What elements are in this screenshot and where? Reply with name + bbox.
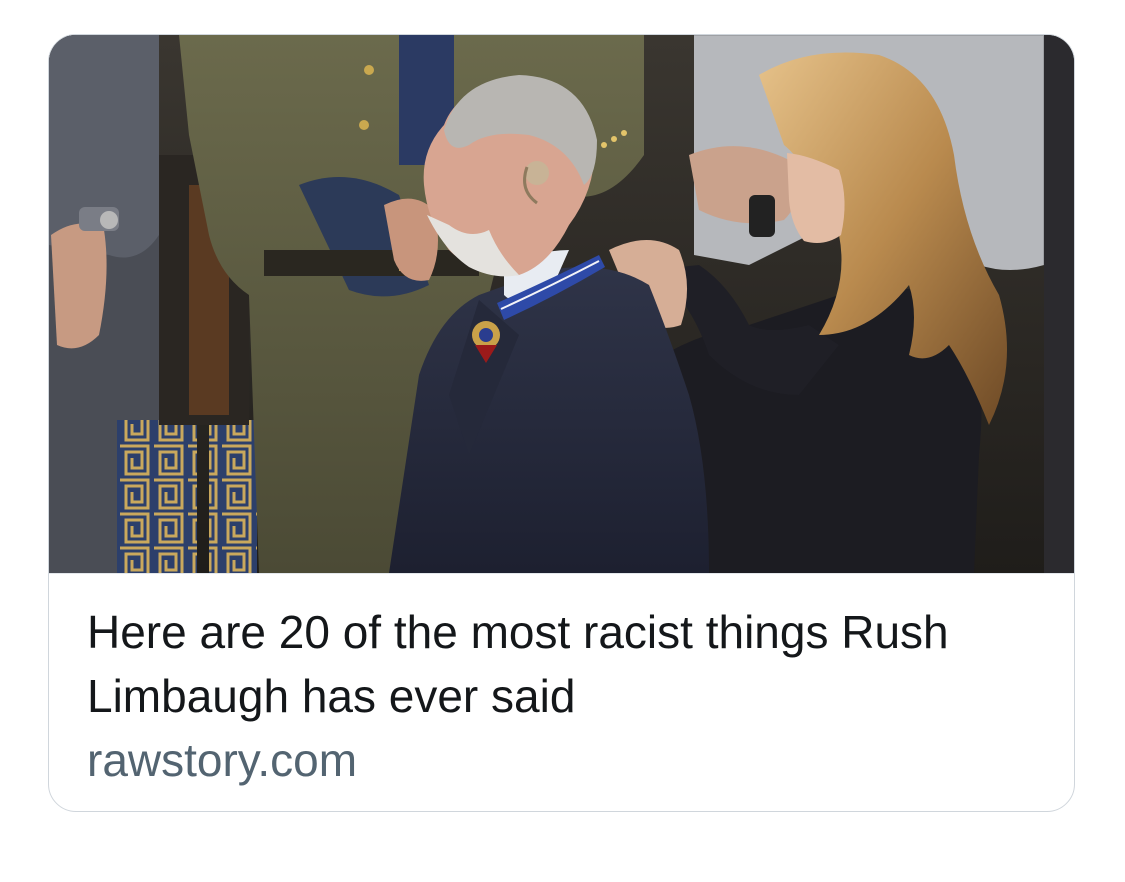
link-headline[interactable]: Here are 20 of the most racist things Ru… — [87, 600, 1027, 728]
link-preview-meta[interactable]: Here are 20 of the most racist things Ru… — [49, 573, 1074, 811]
thumbnail-image — [49, 35, 1074, 573]
link-preview-card[interactable]: Here are 20 of the most racist things Ru… — [48, 34, 1075, 812]
link-domain: rawstory.com — [87, 734, 358, 786]
link-preview-thumbnail[interactable] — [49, 35, 1074, 573]
